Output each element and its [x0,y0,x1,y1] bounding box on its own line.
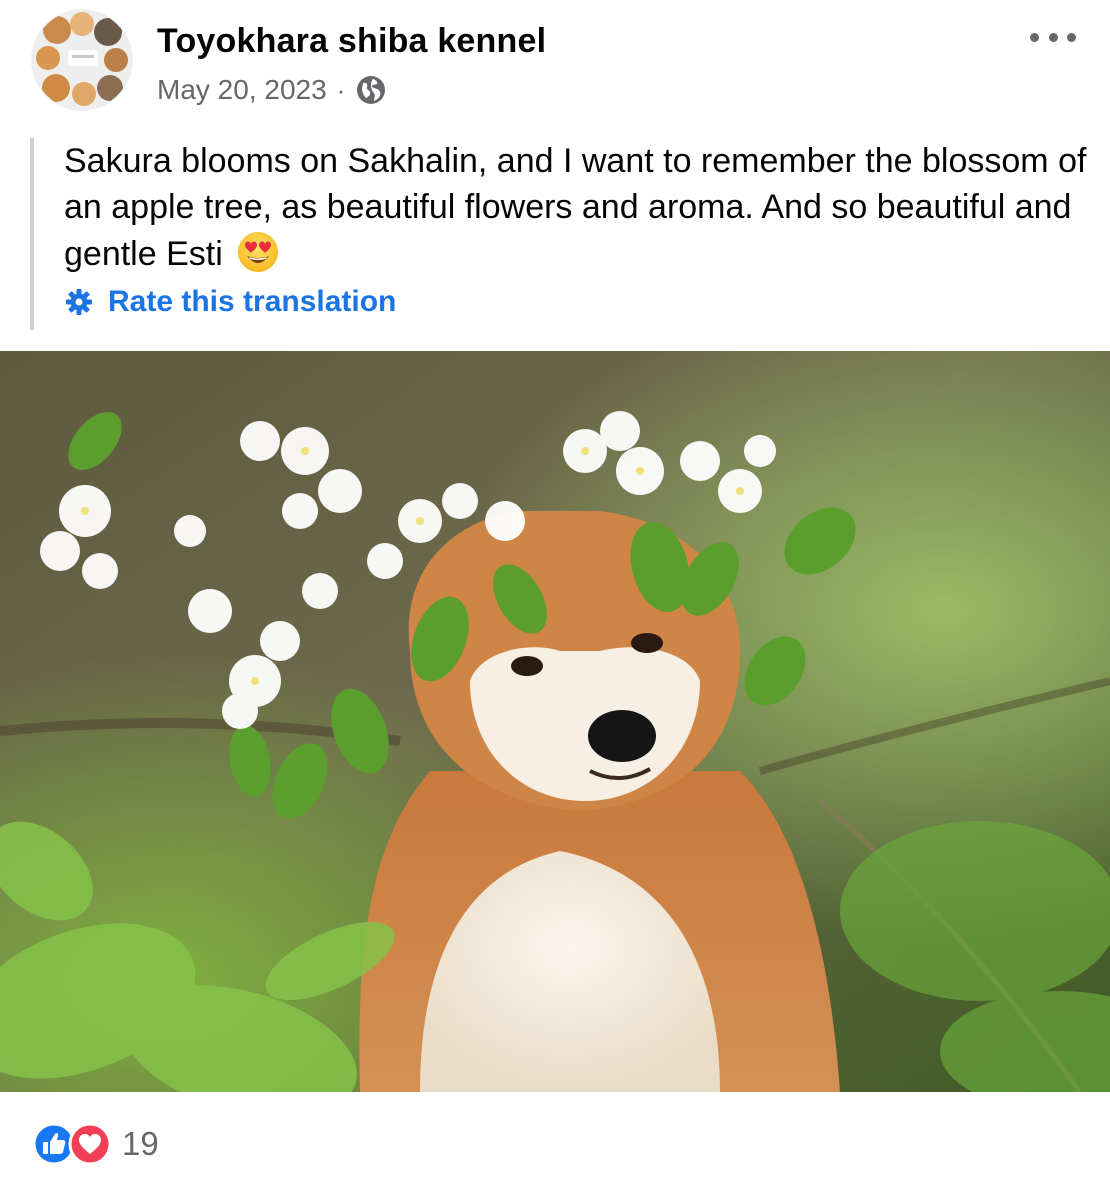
globe-icon [357,76,386,104]
author-name[interactable]: Toyokhara shiba kennel [157,22,546,61]
avatar-collage-image [32,10,132,110]
page-avatar[interactable] [32,10,132,110]
reactions-bar[interactable]: 19 [32,1122,159,1166]
heart-eyes-emoji [238,232,279,272]
love-icon [68,1122,112,1166]
post-photo[interactable] [0,351,1110,1092]
more-dot [1067,32,1076,42]
more-dot [1048,32,1058,42]
post-text: Sakura blooms on Sakhalin, and I want to… [64,142,1087,273]
more-options-icon[interactable] [1030,26,1076,48]
post-meta: May 20, 2023 · [157,72,387,108]
rate-translation-link[interactable]: Rate this translation [64,282,396,322]
translated-text-block: Sakura blooms on Sakhalin, and I want to… [30,138,1086,330]
gear-icon [66,289,92,315]
reaction-count[interactable]: 19 [122,1125,159,1163]
post-header: Toyokhara shiba kennel May 20, 2023 · [0,0,1110,130]
post-date[interactable]: May 20, 2023 [157,74,327,106]
rate-translation-label: Rate this translation [108,285,397,318]
more-dot [1030,32,1039,42]
post-text-container: Sakura blooms on Sakhalin, and I want to… [64,138,1094,277]
meta-separator: · [336,74,346,105]
